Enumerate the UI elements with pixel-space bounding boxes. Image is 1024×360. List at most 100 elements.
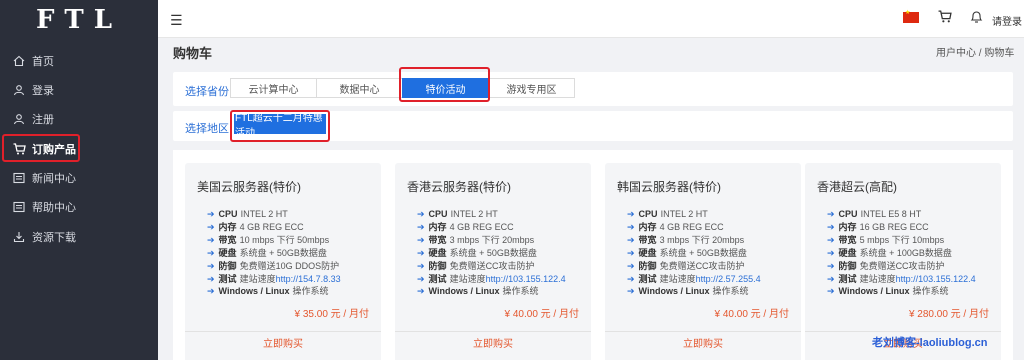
product-title: 香港云服务器(特价) (407, 180, 511, 194)
spec-item: ➔ 内存 4 GB REG ECC (627, 221, 724, 232)
arrow-icon: ➔ (627, 234, 635, 245)
user-add-icon (12, 112, 26, 126)
buy-now-button[interactable]: 立即购买 (185, 335, 381, 350)
arrow-icon: ➔ (627, 286, 635, 297)
sidebar-item-help[interactable]: 帮助中心 (0, 193, 158, 221)
arrow-icon: ➔ (417, 273, 425, 284)
sidebar-item-label: 首页 (32, 56, 54, 68)
arrow-icon: ➔ (207, 234, 215, 245)
spec-item: ➔ 防御 免费赠送10G DDOS防护 (207, 260, 340, 271)
product-price: ¥ 40.00 元 / 月付 (504, 309, 579, 320)
arrow-icon: ➔ (827, 260, 835, 271)
spec-item: ➔ 硬盘 系统盘 + 100GB数据盘 (827, 247, 952, 258)
arrow-icon: ➔ (627, 209, 635, 219)
sidebar-item-login[interactable]: 登录 (0, 76, 158, 104)
site-logo[interactable]: FTL (0, 0, 158, 40)
spec-item: ➔ 硬盘 系统盘 + 50GB数据盘 (207, 247, 327, 258)
test-link[interactable]: http://103.155.122.4 (896, 274, 976, 284)
top-bar: ☰ 请登录 (158, 0, 1024, 38)
arrow-icon: ➔ (627, 247, 635, 258)
buy-now-button[interactable]: 立即购买 (395, 335, 591, 350)
news-icon (12, 171, 26, 185)
breadcrumb[interactable]: 用户中心 / 购物车 (936, 44, 1014, 59)
sidebar-item-news[interactable]: 新闻中心 (0, 164, 158, 192)
spec-item: ➔ 防御 免费赠送CC攻击防护 (827, 260, 945, 271)
spec-item: ➔ Windows / Linux 操作系统 (827, 286, 949, 297)
product-title: 香港超云(高配) (817, 180, 897, 194)
tab-game-zone[interactable]: 游戏专用区 (488, 78, 575, 98)
spec-item: ➔ 硬盘 系统盘 + 50GB数据盘 (417, 247, 537, 258)
divider (805, 331, 1001, 332)
spec-item: ➔ 内存 4 GB REG ECC (207, 221, 304, 232)
product-list: 美国云服务器(特价) ➔ CPU INTEL 2 HT ➔ 内存 4 GB REG EC… (173, 150, 1013, 360)
product-card: 香港云服务器(特价) ➔ CPU INTEL 2 HT ➔ 内存 4 GB REG EC… (395, 163, 591, 360)
spec-list: ➔ CPU INTEL 2 HT ➔ 内存 4 GB REG ECC ➔ 带宽 3 mbps… (417, 208, 566, 298)
arrow-icon: ➔ (417, 221, 425, 232)
arrow-icon: ➔ (417, 247, 425, 258)
spec-item: ➔ 内存 4 GB REG ECC (417, 221, 514, 232)
spec-item: ➔ 带宽 3 mbps 下行 20mbps (417, 234, 535, 245)
download-icon (12, 230, 26, 244)
spec-item: ➔ Windows / Linux 操作系统 (207, 286, 329, 297)
arrow-icon: ➔ (827, 273, 835, 284)
sidebar-item-label: 新闻中心 (32, 173, 76, 185)
product-price: ¥ 40.00 元 / 月付 (714, 309, 789, 320)
spec-item: ➔ Windows / Linux 操作系统 (627, 286, 749, 297)
spec-item: ➔ 测试 建站速度http://154.7.8.33 (207, 273, 341, 284)
test-link[interactable]: http://2.57.255.4 (696, 274, 761, 284)
arrow-icon: ➔ (627, 273, 635, 284)
spec-item: ➔ 防御 免费赠送CC攻击防护 (417, 260, 535, 271)
spec-list: ➔ CPU INTEL 2 HT ➔ 内存 4 GB REG ECC ➔ 带宽 10 mbp… (207, 208, 341, 298)
sidebar-item-download[interactable]: 资源下载 (0, 223, 158, 251)
tab-cloud-computing[interactable]: 云计算中心 (230, 78, 317, 98)
divider (185, 331, 381, 332)
sidebar-item-register[interactable]: 注册 (0, 105, 158, 133)
spec-item: ➔ CPU INTEL E5 8 HT (827, 209, 922, 219)
arrow-icon: ➔ (207, 209, 215, 219)
arrow-icon: ➔ (627, 221, 635, 232)
spec-item: ➔ CPU INTEL 2 HT (207, 209, 288, 219)
arrow-icon: ➔ (827, 209, 835, 219)
sidebar: FTL 首页 登录 注册 订购产品 新闻中心 帮助中心 资源下载 (0, 0, 158, 360)
spec-item: ➔ 带宽 5 mbps 下行 10mbps (827, 234, 945, 245)
arrow-icon: ➔ (207, 286, 215, 297)
product-price: ¥ 35.00 元 / 月付 (294, 309, 369, 320)
spec-item: ➔ CPU INTEL 2 HT (627, 209, 708, 219)
product-card: 美国云服务器(特价) ➔ CPU INTEL 2 HT ➔ 内存 4 GB REG EC… (185, 163, 381, 360)
arrow-icon: ➔ (417, 209, 425, 219)
help-icon (12, 200, 26, 214)
page-title: 购物车 (173, 46, 213, 61)
spec-item: ➔ 内存 16 GB REG ECC (827, 221, 929, 232)
hamburger-icon[interactable]: ☰ (170, 12, 183, 29)
sidebar-item-label: 资源下载 (32, 232, 76, 244)
arrow-icon: ➔ (207, 260, 215, 271)
cart-icon[interactable] (938, 10, 952, 26)
highlight-box-special (399, 67, 490, 102)
sidebar-item-label: 帮助中心 (32, 202, 76, 214)
category-label: 选择省份 (185, 86, 229, 98)
product-price: ¥ 280.00 元 / 月付 (908, 309, 989, 320)
tab-data-center[interactable]: 数据中心 (316, 78, 403, 98)
arrow-icon: ➔ (827, 286, 835, 297)
arrow-icon: ➔ (417, 260, 425, 271)
arrow-icon: ➔ (207, 247, 215, 258)
arrow-icon: ➔ (627, 260, 635, 271)
spec-list: ➔ CPU INTEL 2 HT ➔ 内存 4 GB REG ECC ➔ 带宽 3 mbps… (627, 208, 761, 298)
divider (395, 331, 591, 332)
login-link[interactable]: 请登录 (992, 13, 1022, 28)
category-filter-panel: 选择省份 云计算中心 数据中心 特价活动 游戏专用区 (173, 72, 1013, 106)
watermark-text: 老刘博客-laoliublog.cn (872, 337, 988, 349)
highlight-box-region (230, 110, 330, 142)
region-label: 选择地区 (185, 123, 229, 135)
spec-item: ➔ 硬盘 系统盘 + 50GB数据盘 (627, 247, 747, 258)
test-link[interactable]: http://103.155.122.4 (486, 274, 566, 284)
product-title: 韩国云服务器(特价) (617, 180, 721, 194)
spec-item: ➔ 带宽 10 mbps 下行 50mbps (207, 234, 330, 245)
bell-icon[interactable] (970, 10, 983, 27)
test-link[interactable]: http://154.7.8.33 (276, 274, 341, 284)
arrow-icon: ➔ (417, 286, 425, 297)
buy-now-button[interactable]: 立即购买 (605, 335, 801, 350)
china-flag-icon[interactable] (903, 9, 919, 23)
sidebar-item-home[interactable]: 首页 (0, 47, 158, 75)
sidebar-item-label: 登录 (32, 85, 54, 97)
